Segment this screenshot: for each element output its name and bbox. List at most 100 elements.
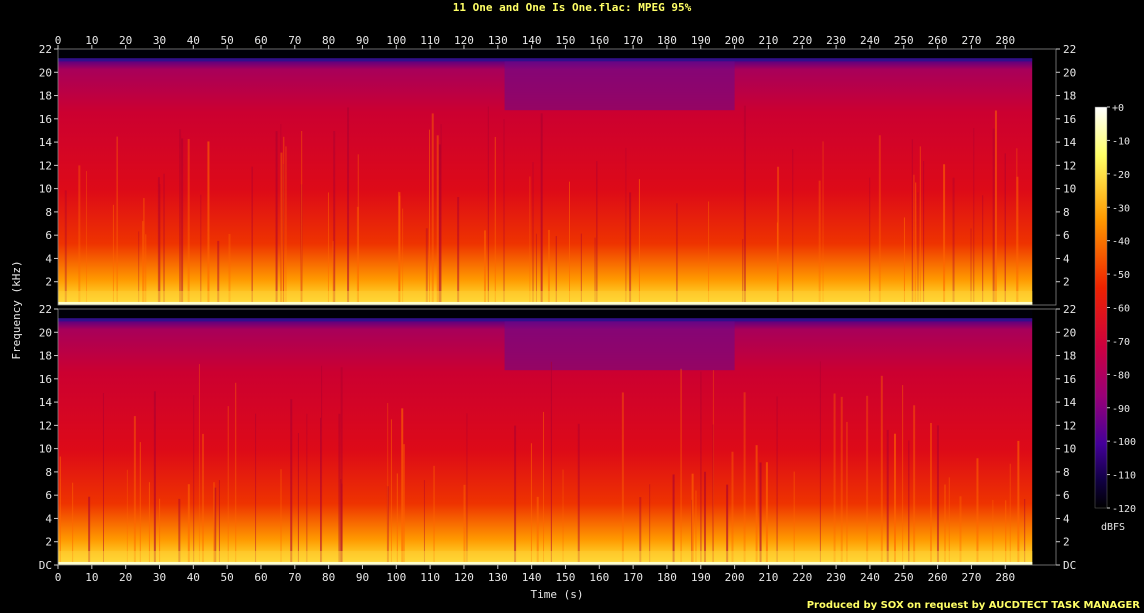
- transient-streak: [255, 413, 257, 565]
- x-tick-label-top: 40: [187, 34, 200, 47]
- transient-streak: [290, 399, 293, 565]
- transient-streak: [193, 395, 195, 565]
- transient-streak: [562, 469, 564, 565]
- colorbar-tick-label: -60: [1112, 304, 1130, 315]
- transient-streak: [532, 162, 534, 305]
- transient-streak: [917, 192, 919, 305]
- x-tick-label-bottom: 180: [657, 571, 677, 584]
- x-tick-label-top: 30: [153, 34, 166, 47]
- transient-streak: [112, 204, 114, 305]
- dc-band: [58, 562, 1033, 565]
- x-tick-label-bottom: 160: [589, 571, 609, 584]
- x-tick-label-bottom: 150: [556, 571, 576, 584]
- lowpass-region: [58, 49, 1056, 59]
- y-tick-label-right: 2: [1063, 536, 1070, 549]
- y-axis-label: Frequency (kHz): [10, 260, 23, 359]
- x-tick-label-bottom: 30: [153, 571, 166, 584]
- x-tick-label-bottom: 210: [759, 571, 779, 584]
- transient-streak: [340, 367, 343, 565]
- track-end-region: [1032, 309, 1056, 565]
- transient-streak: [919, 146, 921, 305]
- colorbar-tick-label: -40: [1112, 237, 1130, 248]
- transient-streak: [440, 124, 442, 306]
- spectrogram-panel-top: [57, 48, 1057, 306]
- y-tick-label-right: 18: [1063, 350, 1076, 363]
- transient-streak: [765, 462, 768, 565]
- x-tick-label-top: 160: [589, 34, 609, 47]
- y-tick-label-right: 2: [1063, 276, 1070, 289]
- x-tick-label-top: 50: [221, 34, 234, 47]
- transient-streak: [390, 419, 392, 565]
- y-tick-label-right: 10: [1063, 443, 1076, 456]
- y-tick-label-left: 10: [39, 183, 52, 196]
- transient-streak: [680, 368, 682, 565]
- transient-streak: [320, 417, 322, 565]
- transient-streak: [64, 190, 67, 305]
- x-tick-label-bottom: 100: [386, 571, 406, 584]
- colorbar-tick-label: -100: [1112, 437, 1136, 448]
- transient-streak: [398, 192, 401, 305]
- y-tick-label-left: 4: [45, 252, 52, 265]
- y-tick-label-right: 10: [1063, 183, 1076, 196]
- y-tick-label-left: 16: [39, 373, 52, 386]
- x-tick-label-top: 110: [420, 34, 440, 47]
- transient-streak: [878, 135, 881, 305]
- y-tick-label-right: 14: [1063, 396, 1077, 409]
- transient-streak: [402, 208, 404, 305]
- transient-streak: [401, 408, 404, 565]
- transient-streak: [59, 456, 61, 565]
- transient-streak: [429, 129, 431, 305]
- transient-streak: [621, 392, 624, 565]
- x-tick-label-bottom: 250: [894, 571, 914, 584]
- transient-streak: [102, 393, 104, 565]
- transient-streak: [908, 440, 910, 565]
- transient-streak: [143, 198, 145, 305]
- x-tick-label-top: 140: [522, 34, 542, 47]
- y-tick-label-right: 22: [1063, 303, 1076, 316]
- transient-streak: [280, 469, 282, 565]
- transient-streak: [992, 128, 995, 305]
- transient-streak: [923, 160, 925, 305]
- y-tick-label-right: 22: [1063, 43, 1076, 56]
- colorbar-scale: [1094, 106, 1108, 509]
- x-tick-label-top: 170: [623, 34, 643, 47]
- dc-band: [58, 302, 1033, 305]
- y-tick-label-right: 4: [1063, 252, 1070, 265]
- transient-streak: [704, 471, 707, 565]
- colorbar-tick-label: -110: [1112, 471, 1136, 482]
- y-tick-label-right: DC: [1063, 559, 1076, 572]
- transient-streak: [777, 166, 780, 305]
- y-tick-label-right: 16: [1063, 373, 1076, 386]
- transient-streak: [596, 161, 598, 305]
- y-tick-label-right: 12: [1063, 159, 1076, 172]
- transient-streak: [952, 177, 955, 305]
- x-tick-label-bottom: 40: [187, 571, 200, 584]
- transient-streak: [181, 138, 184, 305]
- transient-streak: [793, 471, 795, 565]
- transient-streak: [514, 425, 517, 565]
- transient-streak: [187, 139, 190, 305]
- x-tick-label-bottom: 200: [725, 571, 745, 584]
- transient-streak: [126, 469, 128, 565]
- y-tick-label-right: 8: [1063, 206, 1070, 219]
- transient-streak: [625, 147, 627, 305]
- transient-streak: [833, 393, 836, 565]
- transient-streak: [902, 385, 904, 565]
- colorbar-tick-label: -70: [1112, 337, 1130, 348]
- y-tick-label-left: DC: [39, 559, 52, 572]
- transient-streak: [402, 444, 405, 565]
- y-tick-label-left: 20: [39, 66, 52, 79]
- x-tick-label-bottom: 10: [85, 571, 98, 584]
- transient-streak: [202, 433, 205, 565]
- transient-streak: [1016, 148, 1018, 305]
- y-tick-label-left: 14: [39, 136, 53, 149]
- transient-streak: [846, 421, 848, 565]
- colorbar-tick-label: -80: [1112, 370, 1130, 381]
- transient-streak: [577, 423, 580, 565]
- y-tick-label-left: 2: [45, 536, 52, 549]
- x-tick-label-top: 80: [322, 34, 335, 47]
- y-tick-label-left: 6: [45, 229, 52, 242]
- transient-streak: [755, 445, 758, 565]
- transient-streak: [1017, 440, 1020, 565]
- transient-streak: [530, 443, 532, 565]
